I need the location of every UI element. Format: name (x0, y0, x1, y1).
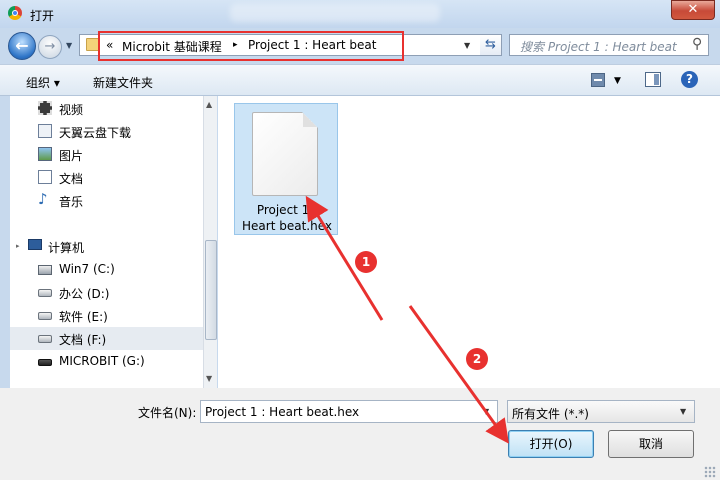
step-badge-1: 1 (355, 251, 377, 273)
step-badge-2: 2 (466, 348, 488, 370)
annotation-arrow-2 (408, 305, 510, 444)
annotation-layer (305, 195, 510, 444)
